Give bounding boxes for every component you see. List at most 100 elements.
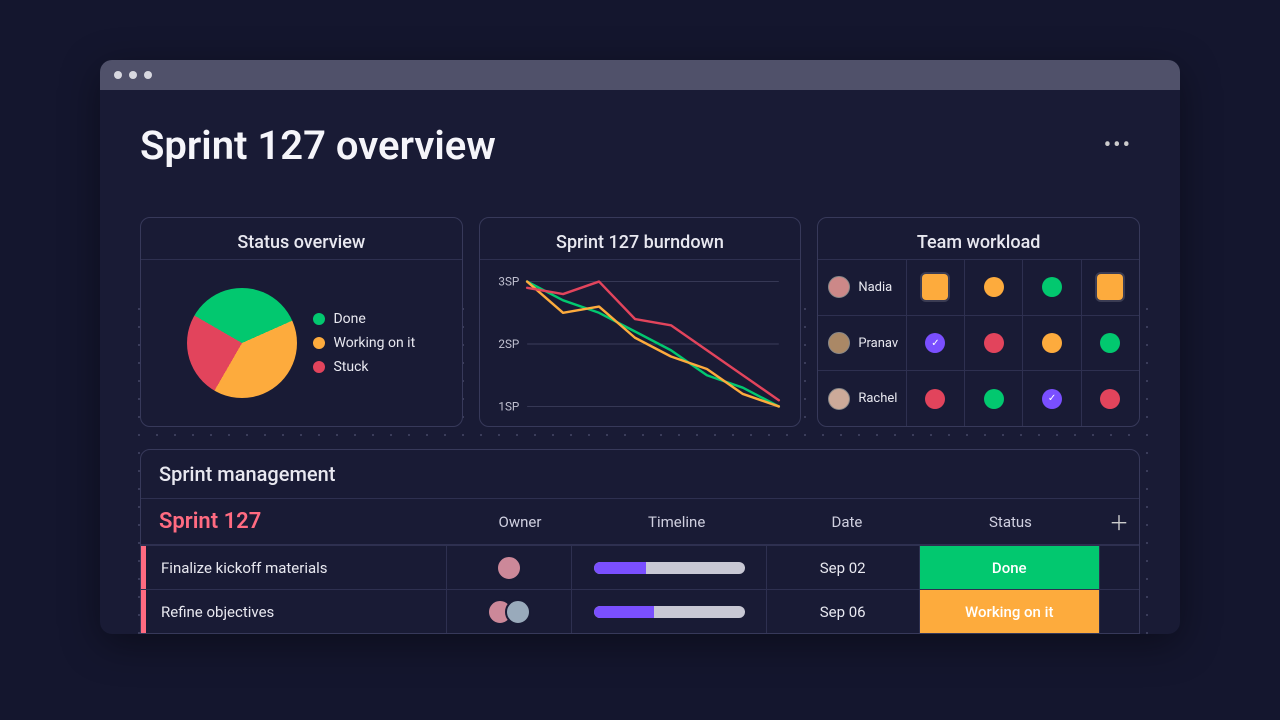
workload-status-cell[interactable] xyxy=(1081,260,1139,315)
date-cell[interactable]: Sep 06 xyxy=(766,589,919,633)
status-dot-icon xyxy=(984,389,1004,409)
add-column-button[interactable]: ＋ xyxy=(1099,507,1139,536)
workload-table: Nadia Pranav ✓ Rachel ✓ xyxy=(818,260,1139,426)
timeline-cell[interactable] xyxy=(571,545,765,589)
member-name: Pranav xyxy=(858,336,898,351)
workload-card: Team workload Nadia Pranav ✓ Rachel ✓ xyxy=(817,217,1140,427)
timeline-bar xyxy=(594,562,745,574)
status-dot-icon xyxy=(1100,333,1120,353)
avatar xyxy=(505,599,531,625)
status-dot-icon xyxy=(922,274,948,300)
window-control-dot[interactable] xyxy=(144,71,152,79)
y-axis-tick-label: 1SP xyxy=(498,399,519,413)
table-row[interactable]: Finalize kickoff materials Sep 02 Done xyxy=(141,545,1139,589)
check-icon: ✓ xyxy=(931,338,939,349)
task-name: Finalize kickoff materials xyxy=(161,559,328,577)
legend-label: Done xyxy=(333,311,365,327)
status-dot-icon xyxy=(1097,274,1123,300)
legend-dot-icon xyxy=(313,313,325,325)
status-cell[interactable]: Done xyxy=(919,545,1100,589)
date-cell[interactable]: Sep 02 xyxy=(766,545,919,589)
status-legend: Done Working on it Stuck xyxy=(313,311,415,375)
member-name: Nadia xyxy=(858,280,892,295)
y-axis-tick-label: 2SP xyxy=(498,337,519,351)
column-header-status: Status xyxy=(922,513,1099,531)
window-control-dot[interactable] xyxy=(129,71,137,79)
column-header-timeline: Timeline xyxy=(581,513,772,531)
legend-label: Working on it xyxy=(333,335,415,351)
avatar xyxy=(828,332,850,354)
page-title: Sprint 127 overview xyxy=(140,122,496,169)
workload-status-cell[interactable]: ✓ xyxy=(906,316,964,371)
window-titlebar xyxy=(100,60,1180,90)
status-dot-icon xyxy=(1042,277,1062,297)
owner-cell[interactable] xyxy=(446,589,571,633)
legend-label: Stuck xyxy=(333,359,368,375)
burndown-line-chart: 3SP 2SP 1SP xyxy=(492,272,785,416)
burndown-card: Sprint 127 burndown 3SP 2SP 1SP xyxy=(479,217,802,427)
workload-member-cell: Pranav xyxy=(818,316,905,371)
row-trailing-cell xyxy=(1099,589,1139,633)
table-row[interactable]: Refine objectives Sep 06 Working on it xyxy=(141,589,1139,633)
status-dot-icon xyxy=(1042,333,1062,353)
workload-member-cell: Nadia xyxy=(818,260,905,315)
legend-item: Working on it xyxy=(313,335,415,351)
y-axis-tick-label: 3SP xyxy=(498,274,519,288)
legend-dot-icon xyxy=(313,337,325,349)
workload-status-cell[interactable] xyxy=(1022,316,1080,371)
workload-status-cell[interactable] xyxy=(1022,260,1080,315)
row-trailing-cell xyxy=(1099,545,1139,589)
avatar xyxy=(828,388,850,410)
workload-status-cell[interactable] xyxy=(964,316,1022,371)
status-pie-chart xyxy=(187,288,297,398)
legend-item: Done xyxy=(313,311,415,327)
task-name-cell[interactable]: Finalize kickoff materials xyxy=(141,545,446,589)
date-value: Sep 02 xyxy=(820,559,866,577)
legend-dot-icon xyxy=(313,361,325,373)
workload-member-cell: Rachel xyxy=(818,371,905,426)
timeline-cell[interactable] xyxy=(571,589,765,633)
sprint-group-label[interactable]: Sprint 127 xyxy=(159,509,459,534)
more-options-button[interactable]: ••• xyxy=(1096,129,1140,162)
status-dot-icon xyxy=(984,277,1004,297)
workload-status-cell[interactable]: ✓ xyxy=(1022,371,1080,426)
workload-row: Nadia xyxy=(818,260,1139,315)
timeline-fill xyxy=(594,562,647,574)
check-icon: ✓ xyxy=(1048,393,1056,404)
column-header-date: Date xyxy=(772,513,922,531)
workload-status-cell[interactable] xyxy=(906,260,964,315)
date-value: Sep 06 xyxy=(820,603,866,621)
workload-status-cell[interactable] xyxy=(906,371,964,426)
member-name: Rachel xyxy=(858,391,897,406)
sprint-management-panel: Sprint management Sprint 127 Owner Timel… xyxy=(140,449,1140,634)
card-title: Team workload xyxy=(818,218,1139,260)
timeline-fill xyxy=(594,606,654,618)
workload-row: Pranav ✓ xyxy=(818,315,1139,371)
workload-status-cell[interactable] xyxy=(1081,316,1139,371)
task-name-cell[interactable]: Refine objectives xyxy=(141,589,446,633)
status-dot-icon xyxy=(1100,389,1120,409)
app-window: Sprint 127 overview ••• Status overview … xyxy=(100,60,1180,634)
workload-status-cell[interactable] xyxy=(964,260,1022,315)
owner-cell[interactable] xyxy=(446,545,571,589)
status-cell[interactable]: Working on it xyxy=(919,589,1100,633)
workload-status-cell[interactable] xyxy=(1081,371,1139,426)
workload-row: Rachel ✓ xyxy=(818,370,1139,426)
status-dot-icon: ✓ xyxy=(925,333,945,353)
row-accent-bar xyxy=(141,590,146,633)
task-name: Refine objectives xyxy=(161,603,274,621)
card-title: Sprint 127 burndown xyxy=(480,218,801,260)
window-control-dot[interactable] xyxy=(114,71,122,79)
status-dot-icon xyxy=(984,333,1004,353)
status-dot-icon: ✓ xyxy=(1042,389,1062,409)
row-accent-bar xyxy=(141,546,146,589)
column-header-owner: Owner xyxy=(459,513,582,531)
avatar xyxy=(496,555,522,581)
status-label: Done xyxy=(992,559,1027,577)
sprint-management-title: Sprint management xyxy=(141,450,1139,499)
timeline-bar xyxy=(594,606,745,618)
status-dot-icon xyxy=(925,389,945,409)
avatar xyxy=(828,276,850,298)
card-title: Status overview xyxy=(141,218,462,260)
workload-status-cell[interactable] xyxy=(964,371,1022,426)
